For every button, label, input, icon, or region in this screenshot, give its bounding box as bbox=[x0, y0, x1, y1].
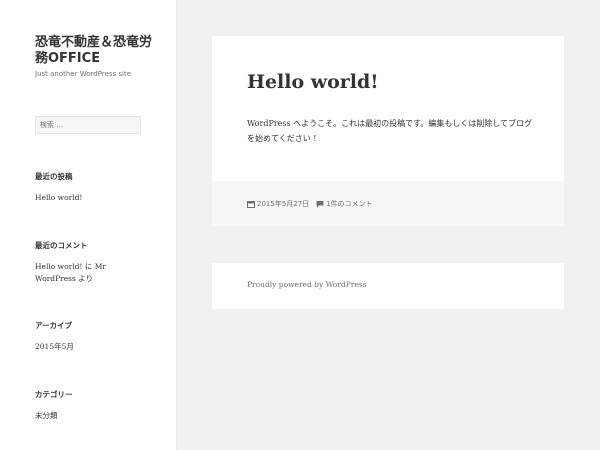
comment-connector: に bbox=[84, 262, 93, 271]
recent-comments-title: 最近のコメント bbox=[35, 241, 88, 250]
post-footer: 2015年5月27日 1件のコメント bbox=[212, 181, 564, 226]
post-card: Hello world! WordPress へようこそ。これは最初の投稿です。… bbox=[212, 36, 564, 226]
post-comments-count: 1件のコメント bbox=[326, 200, 373, 208]
recent-comment-item: Hello world! に Mr WordPress より bbox=[35, 261, 125, 285]
post-date: 2015年5月27日 bbox=[257, 200, 310, 208]
site-title[interactable]: 恐竜不動産＆恐竜労務OFFICE bbox=[35, 35, 155, 67]
post-comments-link[interactable]: 1件のコメント bbox=[316, 199, 372, 209]
comment-icon bbox=[316, 201, 324, 208]
archive-link[interactable]: 2015年5月 bbox=[35, 341, 74, 353]
recent-posts-title: 最近の投稿 bbox=[35, 172, 73, 181]
footer-credit-link[interactable]: Proudly powered by WordPress bbox=[247, 280, 366, 289]
categories-title: カテゴリー bbox=[35, 390, 73, 399]
category-link[interactable]: 未分類 bbox=[35, 410, 58, 422]
comment-post-link[interactable]: Hello world! bbox=[35, 262, 82, 271]
post-date-link[interactable]: 2015年5月27日 bbox=[247, 199, 309, 209]
site-footer: Proudly powered by WordPress bbox=[212, 263, 564, 309]
post-title[interactable]: Hello world! bbox=[247, 71, 379, 93]
search-input[interactable] bbox=[35, 116, 141, 134]
recent-post-link[interactable]: Hello world! bbox=[35, 192, 82, 204]
comment-suffix: より bbox=[78, 274, 94, 283]
calendar-icon bbox=[247, 201, 255, 208]
sidebar: 恐竜不動産＆恐竜労務OFFICE Just another WordPress … bbox=[0, 0, 176, 450]
archives-title: アーカイブ bbox=[35, 321, 73, 330]
site-description: Just another WordPress site bbox=[35, 70, 132, 78]
post-body: WordPress へようこそ。これは最初の投稿です。編集もしくは削除してブログ… bbox=[247, 119, 533, 143]
